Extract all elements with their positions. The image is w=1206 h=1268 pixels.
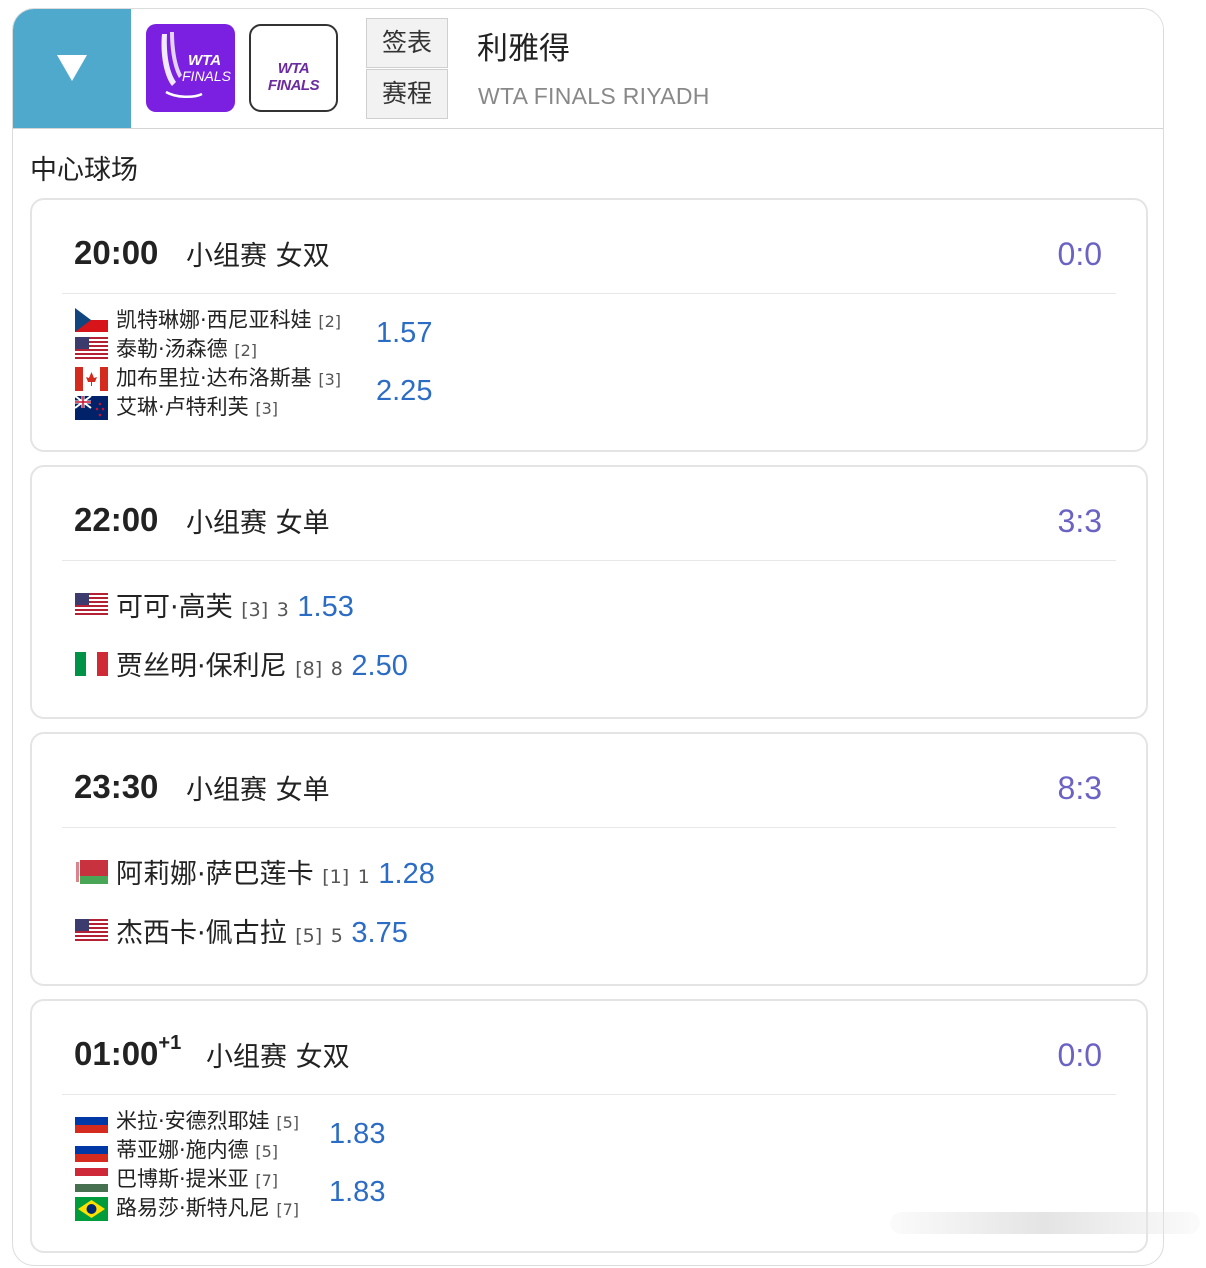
tab-schedule[interactable]: 赛程 — [366, 69, 448, 119]
player-odds[interactable]: 2.50 — [351, 650, 407, 682]
svg-text:FINALS: FINALS — [182, 68, 232, 84]
player-name: 米拉·安德烈耶娃 [5] — [116, 1109, 300, 1133]
team-odds[interactable]: 1.83 — [329, 1176, 385, 1209]
match-card[interactable]: 23:30 小组赛 女单 8:3 阿莉娜·萨巴莲卡 [1] 1 1.28 杰西卡… — [30, 732, 1148, 986]
team-odds[interactable]: 1.83 — [329, 1118, 385, 1151]
belarus-flag-icon — [75, 860, 108, 884]
chevron-down-icon — [57, 55, 87, 81]
match-time: 22:00 — [74, 501, 159, 538]
match-round: 小组赛 女双 — [186, 241, 330, 272]
venue-subtitle: WTA FINALS RIYADH — [478, 83, 710, 109]
player-name: 巴博斯·提米亚 [7] — [116, 1167, 279, 1191]
hungary-flag-icon — [75, 1168, 108, 1192]
team-odds[interactable]: 1.57 — [376, 317, 432, 350]
match-header: 01:00+1 小组赛 女双 0:0 — [62, 1001, 1116, 1095]
usa-flag-icon — [75, 593, 108, 617]
expand-toggle-button[interactable] — [13, 9, 131, 128]
match-card[interactable]: 20:00 小组赛 女双 0:0 凯特琳娜·西尼亚科娃 [2] 泰勒·汤森德 [… — [30, 198, 1148, 452]
player-name: 凯特琳娜·西尼亚科娃 [2] — [116, 308, 342, 332]
view-tabs: 签表 赛程 — [366, 18, 448, 119]
russia-flag-icon — [75, 1138, 108, 1162]
tab-draw[interactable]: 签表 — [366, 18, 448, 68]
player-odds[interactable]: 3.75 — [351, 917, 407, 949]
player-name: 阿莉娜·萨巴莲卡 [1] 1 1.28 — [116, 858, 435, 890]
wta-finals-wordmark-logo: WTA FINALS — [249, 24, 338, 112]
player-name: 艾琳·卢特利芙 [3] — [116, 395, 279, 419]
player-name: 蒂亚娜·施内德 [5] — [116, 1138, 279, 1162]
wordmark-text: WTA FINALS — [267, 60, 320, 94]
match-round: 小组赛 女单 — [186, 508, 330, 539]
brazil-flag-icon — [75, 1197, 108, 1221]
match-score: 3:3 — [1057, 503, 1102, 539]
player-name: 加布里拉·达布洛斯基 [3] — [116, 366, 342, 390]
venue-title: 利雅得 — [477, 31, 570, 67]
player-name: 泰勒·汤森德 [2] — [116, 337, 258, 361]
match-header: 23:30 小组赛 女单 8:3 — [62, 734, 1116, 828]
day-offset: +1 — [158, 1032, 182, 1054]
horizontal-scrollbar[interactable] — [890, 1212, 1200, 1234]
usa-flag-icon — [75, 919, 108, 943]
match-time: 01:00+1 — [74, 1032, 182, 1072]
match-header: 20:00 小组赛 女双 0:0 — [62, 200, 1116, 294]
italy-flag-icon — [75, 652, 108, 676]
czech-flag-icon — [75, 308, 108, 332]
match-time: 20:00 — [74, 234, 159, 271]
player-name: 杰西卡·佩古拉 [5] 5 3.75 — [116, 917, 408, 949]
usa-flag-icon — [75, 337, 108, 361]
canada-flag-icon — [75, 367, 108, 391]
player-odds[interactable]: 1.28 — [378, 858, 434, 890]
match-score: 0:0 — [1057, 1037, 1102, 1073]
russia-flag-icon — [75, 1109, 108, 1133]
match-card[interactable]: 22:00 小组赛 女单 3:3 可可·高芙 [3] 3 1.53 贾丝明·保利… — [30, 465, 1148, 719]
svg-text:WTA: WTA — [188, 52, 221, 69]
new-zealand-flag-icon — [75, 396, 108, 420]
schedule-panel: WTA FINALS WTA FINALS 签表 赛程 利雅得 WTA FINA… — [12, 8, 1164, 1266]
match-score: 0:0 — [1057, 236, 1102, 272]
team-odds[interactable]: 2.25 — [376, 375, 432, 408]
player-name: 可可·高芙 [3] 3 1.53 — [116, 591, 354, 623]
wta-finals-logo: WTA FINALS — [146, 24, 235, 112]
match-round: 小组赛 女单 — [186, 775, 330, 806]
match-round: 小组赛 女双 — [206, 1042, 350, 1073]
player-name: 贾丝明·保利尼 [8] 8 2.50 — [116, 650, 408, 682]
match-header: 22:00 小组赛 女单 3:3 — [62, 467, 1116, 561]
match-score: 8:3 — [1057, 770, 1102, 806]
match-time: 23:30 — [74, 768, 159, 805]
wta-finals-trophy-logo: WTA FINALS — [161, 32, 232, 98]
tournament-header: WTA FINALS WTA FINALS 签表 赛程 利雅得 WTA FINA… — [13, 9, 1163, 129]
court-heading: 中心球场 — [30, 155, 138, 186]
player-name: 路易莎·斯特凡尼 [7] — [116, 1196, 300, 1220]
player-odds[interactable]: 1.53 — [297, 591, 353, 623]
